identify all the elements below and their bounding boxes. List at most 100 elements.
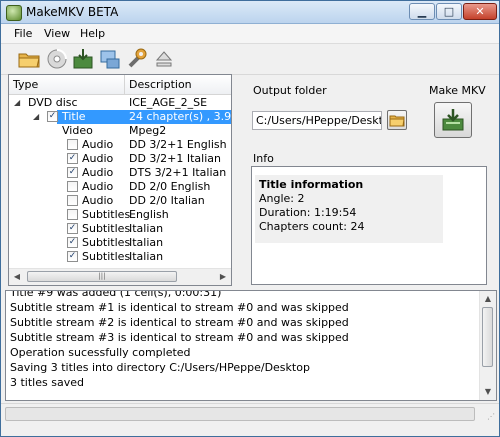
tree-row-type: Subtitles [82, 250, 131, 263]
scroll-left-icon[interactable]: ◀ [9, 269, 25, 285]
track-checkbox[interactable]: ✓ [67, 153, 78, 164]
minimize-button[interactable]: ▁ [409, 3, 435, 20]
tree-row[interactable]: ✓ Audio DTS 3/2+1 Italian [9, 166, 231, 180]
tree-row[interactable]: Audio DD 2/0 English [9, 180, 231, 194]
open-disc-icon[interactable] [45, 47, 69, 71]
make-mkv-icon [442, 109, 464, 131]
log-line: Title #9 was added (1 cell(s), 0:00:31) [10, 290, 222, 299]
title-tree[interactable]: Type Description ◢ DVD disc ICE_AGE_2_SE ◢ ✓… [8, 74, 232, 286]
close-button[interactable]: ✕ [463, 3, 497, 20]
log-line: Saving 3 titles into directory C:/Users/… [10, 361, 310, 374]
progress-bar [5, 407, 475, 421]
toolbar [1, 44, 499, 75]
tree-row-type: Audio [82, 138, 114, 151]
tree-row-type: Audio [82, 180, 114, 193]
eject-icon[interactable] [152, 47, 176, 71]
tree-row[interactable]: ✓ Audio DD 3/2+1 Italian [9, 152, 231, 166]
tree-row[interactable]: Audio DD 2/0 Italian [9, 194, 231, 208]
log-line: 3 titles saved [10, 376, 84, 389]
tree-row-type: Subtitles [82, 236, 131, 249]
track-checkbox[interactable]: ✓ [67, 167, 78, 178]
log-line: Operation sucessfully completed [10, 346, 191, 359]
tree-row-description: Italian [129, 236, 164, 249]
tree-row[interactable]: ◢ DVD disc ICE_AGE_2_SE [9, 96, 231, 110]
tree-row[interactable]: Subtitles English [9, 208, 231, 222]
window-title: MakeMKV BETA [26, 5, 119, 19]
tree-row[interactable]: ◢ ✓ Title 24 chapter(s) , 3.9 GB ( [9, 110, 231, 124]
log-vertical-scrollbar[interactable]: ▲ ▼ [479, 291, 496, 400]
output-folder-input[interactable]: C:/Users/HPeppe/Desktop [252, 111, 382, 130]
info-angle: Angle: 2 [259, 192, 305, 205]
make-mkv-button[interactable] [434, 102, 472, 138]
tree-row[interactable]: ✓ Subtitles Italian [9, 236, 231, 250]
maximize-button[interactable]: □ [436, 3, 462, 20]
resize-grip-icon[interactable]: ⋰ [487, 412, 497, 422]
menu-view[interactable]: View [44, 27, 70, 40]
tree-row[interactable]: ✓ Subtitles Italian [9, 222, 231, 236]
column-description-header[interactable]: Description [129, 78, 192, 91]
tree-header: Type Description [9, 75, 231, 95]
main-window: MakeMKV BETA ▁ □ ✕ File View Help Type D… [0, 0, 500, 437]
tree-row[interactable]: Video Mpeg2 [9, 124, 231, 138]
tree-row-type: Video [62, 124, 93, 137]
title-checkbox[interactable]: ✓ [47, 111, 58, 122]
scroll-thumb[interactable]: ||| [27, 271, 177, 282]
menu-bar: File View Help [1, 24, 499, 44]
track-checkbox[interactable] [67, 139, 78, 150]
window-bottom-edge [1, 423, 499, 436]
log-scroll-thumb[interactable] [482, 307, 493, 367]
scroll-down-icon[interactable]: ▼ [480, 384, 496, 400]
tree-row-description: Mpeg2 [129, 124, 167, 137]
makemkv-app-icon [6, 5, 22, 21]
track-checkbox[interactable]: ✓ [67, 223, 78, 234]
tree-row-description: ICE_AGE_2_SE [129, 96, 208, 109]
scroll-up-icon[interactable]: ▲ [480, 291, 496, 307]
tree-row-description: English [129, 208, 169, 221]
tree-row-description: Italian [129, 222, 164, 235]
tree-row-type: Title [62, 110, 86, 123]
backup-icon[interactable] [71, 47, 95, 71]
column-type-header[interactable]: Type [13, 78, 38, 91]
menu-file[interactable]: File [14, 27, 32, 40]
log-line: Subtitle stream #1 is identical to strea… [10, 301, 349, 314]
info-heading: Title information [259, 178, 364, 191]
status-bar: ⋰ [1, 403, 499, 424]
title-bar[interactable]: MakeMKV BETA ▁ □ ✕ [1, 1, 499, 24]
info-label: Info [253, 152, 274, 165]
tree-row-type: Audio [82, 152, 114, 165]
tree-row-description: 24 chapter(s) , 3.9 GB ( [129, 110, 232, 123]
track-checkbox[interactable] [67, 181, 78, 192]
log-area[interactable]: Title #9 was added (1 cell(s), 0:00:31) … [5, 290, 497, 401]
save-to-device-icon[interactable] [98, 47, 122, 71]
open-files-icon[interactable] [17, 47, 41, 71]
preferences-icon[interactable] [125, 47, 149, 71]
expand-triangle-icon[interactable]: ◢ [33, 110, 39, 124]
track-checkbox[interactable] [67, 195, 78, 206]
track-checkbox[interactable] [67, 209, 78, 220]
track-checkbox[interactable]: ✓ [67, 237, 78, 248]
log-line: Subtitle stream #3 is identical to strea… [10, 331, 349, 344]
track-checkbox[interactable]: ✓ [67, 251, 78, 262]
scroll-right-icon[interactable]: ▶ [215, 269, 231, 285]
tree-row-description: DD 2/0 Italian [129, 194, 205, 207]
expand-triangle-icon[interactable]: ◢ [14, 96, 20, 110]
column-separator[interactable] [124, 75, 125, 94]
tree-row-type: Subtitles [82, 222, 131, 235]
info-chapters: Chapters count: 24 [259, 220, 365, 233]
menu-help[interactable]: Help [80, 27, 105, 40]
tree-row-type: Audio [82, 194, 114, 207]
tree-row[interactable]: Audio DD 3/2+1 English [9, 138, 231, 152]
tree-horizontal-scrollbar[interactable]: ◀ ||| ▶ [9, 268, 231, 285]
tree-row[interactable]: ✓ Subtitles Italian [9, 250, 231, 264]
tree-row-description: DTS 3/2+1 Italian [129, 166, 227, 179]
info-duration: Duration: 1:19:54 [259, 206, 357, 219]
browse-folder-button[interactable] [387, 110, 407, 130]
make-mkv-label: Make MKV [429, 84, 486, 97]
output-folder-label: Output folder [253, 84, 327, 97]
folder-icon [389, 115, 405, 127]
tree-row-description: DD 2/0 English [129, 180, 211, 193]
tree-row-type: Subtitles [82, 208, 131, 221]
tree-row-description: Italian [129, 250, 164, 263]
log-line: Subtitle stream #2 is identical to strea… [10, 316, 349, 329]
tree-row-description: DD 3/2+1 Italian [129, 152, 221, 165]
